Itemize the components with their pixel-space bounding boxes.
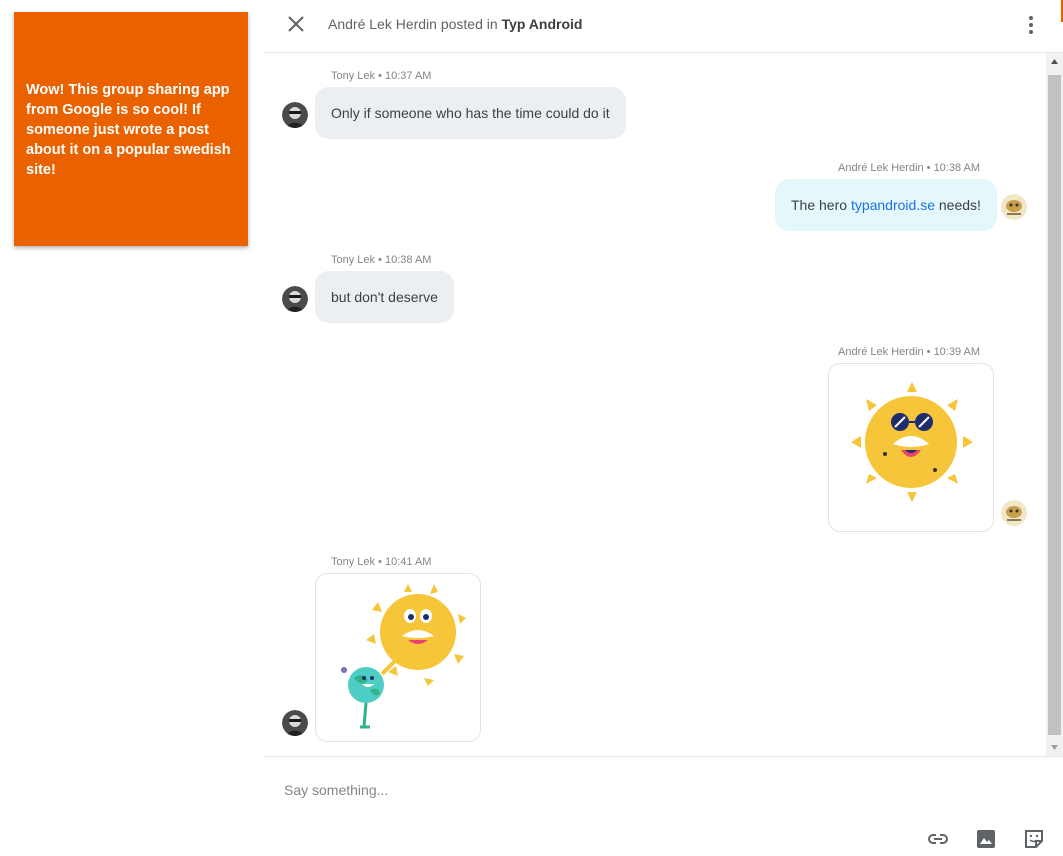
post-card[interactable]: Wow! This group sharing app from Google … [14, 12, 248, 246]
message-input[interactable] [284, 779, 884, 801]
attach-sticker-button[interactable] [1022, 827, 1046, 851]
message-text: needs! [935, 197, 981, 213]
sun-sunglasses-sticker [851, 382, 973, 502]
avatar-tony-lek[interactable] [282, 710, 308, 736]
header-posted-in: posted in [440, 16, 498, 32]
message-meta: André Lek Herdin • 10:38 AM [838, 162, 981, 174]
header-group-name[interactable]: Typ Android [502, 16, 583, 32]
sticker-message[interactable] [315, 573, 481, 742]
image-icon [977, 830, 995, 848]
message-link[interactable]: typandroid.se [851, 197, 935, 213]
message-meta: Tony Lek • 10:38 AM [331, 254, 432, 266]
avatar-tony-lek[interactable] [282, 102, 308, 128]
avatar-image [282, 102, 308, 128]
attach-image-button[interactable] [974, 827, 998, 851]
message-scrollbar[interactable] [1046, 53, 1063, 756]
avatar-andre[interactable] [1001, 500, 1027, 526]
avatar-image [282, 710, 308, 736]
message-bubble[interactable]: The hero typandroid.se needs! [775, 179, 997, 231]
chevron-up-icon [1051, 59, 1058, 64]
scroll-up-button[interactable] [1046, 53, 1063, 70]
message-bubble[interactable]: Only if someone who has the time could d… [315, 87, 626, 139]
conversation-header: André Lek Herdin posted in Typ Android [264, 0, 1063, 53]
header-author: André Lek Herdin [328, 16, 437, 32]
scroll-thumb[interactable] [1048, 75, 1061, 735]
sticker-message[interactable] [828, 363, 994, 532]
close-button[interactable] [284, 12, 308, 36]
chevron-down-icon [1051, 745, 1058, 750]
avatar-andre[interactable] [1001, 194, 1027, 220]
app: Wow! This group sharing app from Google … [0, 0, 1063, 856]
avatar-image [1001, 500, 1027, 526]
more-vert-icon [1029, 16, 1033, 34]
message-list[interactable]: Tony Lek • 10:37 AM Only if someone who … [264, 53, 1046, 756]
close-icon [288, 16, 304, 32]
post-card-text: Wow! This group sharing app from Google … [26, 82, 231, 178]
message-meta: Tony Lek • 10:37 AM [331, 70, 432, 82]
sticker-icon [1025, 830, 1043, 848]
avatar-image [1001, 194, 1027, 220]
message-text: The hero [791, 197, 851, 213]
message-meta: Tony Lek • 10:41 AM [331, 556, 432, 568]
link-icon [928, 834, 948, 844]
message-bubble[interactable]: but don't deserve [315, 271, 454, 323]
header-title: André Lek Herdin posted in Typ Android [328, 16, 582, 32]
scroll-down-button[interactable] [1046, 739, 1063, 756]
more-options-button[interactable] [1021, 14, 1041, 36]
sun-and-earth-sticker [341, 584, 466, 729]
message-meta: André Lek Herdin • 10:39 AM [838, 346, 981, 358]
avatar-image [282, 286, 308, 312]
attach-link-button[interactable] [926, 827, 950, 851]
composer [264, 756, 1063, 856]
avatar-tony-lek[interactable] [282, 286, 308, 312]
